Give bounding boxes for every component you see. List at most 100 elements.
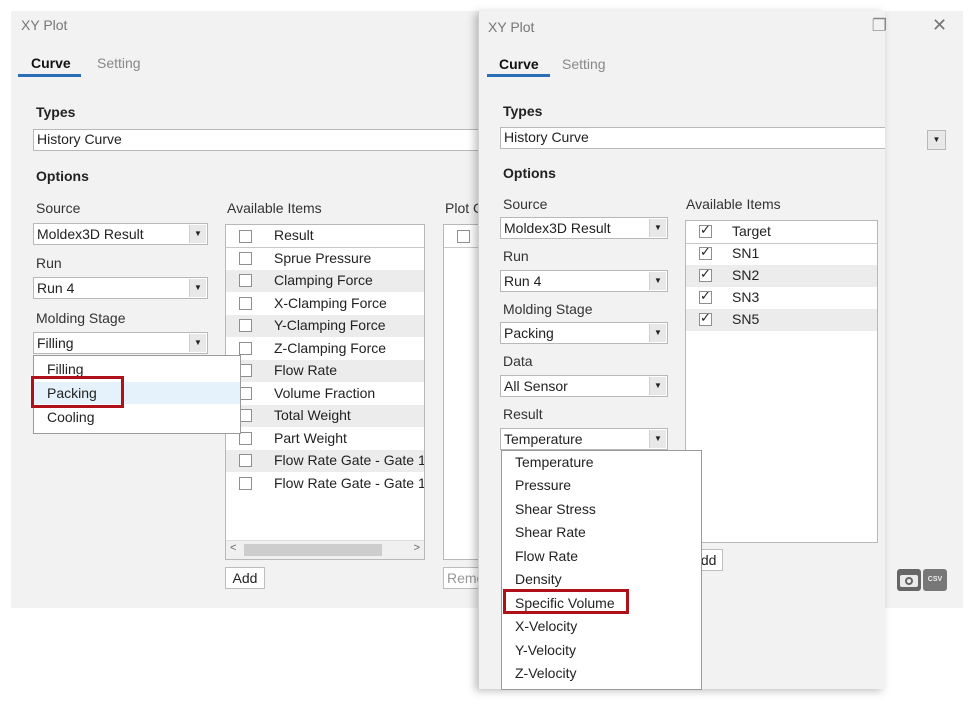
horizontal-scrollbar[interactable]: < > xyxy=(226,540,424,559)
types-select[interactable]: History Curve xyxy=(33,129,503,151)
scroll-right-icon[interactable]: > xyxy=(414,542,420,554)
restore-icon[interactable]: ❐ xyxy=(872,16,887,36)
dropdown-arrow-icon[interactable]: ▼ xyxy=(649,430,666,448)
result-option[interactable]: Y-Velocity xyxy=(502,639,701,661)
types-heading: Types xyxy=(503,103,543,119)
data-select[interactable]: All Sensor ▼ xyxy=(500,375,668,397)
item-checkbox[interactable] xyxy=(699,245,712,260)
run-select[interactable]: Run 4 ▼ xyxy=(33,277,208,299)
source-label: Source xyxy=(503,196,548,212)
result-option[interactable]: Temperature xyxy=(502,451,701,473)
csv-icon[interactable]: CSV xyxy=(923,569,947,591)
select-all-checkbox[interactable] xyxy=(239,230,252,243)
item-checkbox[interactable] xyxy=(699,289,712,304)
source-select[interactable]: Moldex3D Result ▼ xyxy=(500,217,668,239)
list-item[interactable]: Part Weight xyxy=(226,428,424,450)
dropdown-arrow-icon[interactable]: ▼ xyxy=(649,377,666,395)
add-button[interactable]: Add xyxy=(225,567,265,589)
types-select[interactable]: History Curve xyxy=(500,127,885,149)
list-item[interactable]: Flow Rate xyxy=(226,360,424,382)
list-item[interactable]: Volume Fraction xyxy=(226,383,424,405)
item-checkbox[interactable] xyxy=(239,454,252,467)
dropdown-arrow-icon[interactable]: ▼ xyxy=(189,225,206,243)
window-title: XY Plot xyxy=(488,19,535,35)
item-label: SN2 xyxy=(732,267,760,283)
tab-curve[interactable]: Curve xyxy=(499,56,539,72)
list-header-label: Result xyxy=(274,227,314,243)
dropdown-arrow-icon[interactable]: ▼ xyxy=(649,324,666,342)
item-checkbox[interactable] xyxy=(239,274,252,287)
result-label: Result xyxy=(503,406,543,422)
item-label: Flow Rate xyxy=(274,362,338,378)
item-checkbox[interactable] xyxy=(239,342,252,355)
result-dropdown: Temperature Pressure Shear Stress Shear … xyxy=(501,450,702,690)
molding-stage-label: Molding Stage xyxy=(36,310,126,326)
tab-setting[interactable]: Setting xyxy=(97,55,141,71)
tab-curve[interactable]: Curve xyxy=(31,55,71,71)
molding-stage-select[interactable]: Packing ▼ xyxy=(500,322,668,344)
result-value: Temperature xyxy=(504,431,583,447)
item-checkbox[interactable] xyxy=(699,267,712,282)
list-item[interactable]: Total Weight xyxy=(226,405,424,427)
select-all-checkbox[interactable] xyxy=(457,230,470,243)
available-items-list[interactable]: Result Sprue Pressure Clamping Force X-C… xyxy=(225,224,425,560)
select-all-checkbox[interactable] xyxy=(699,223,712,238)
dropdown-arrow-icon[interactable]: ▼ xyxy=(649,219,666,237)
list-item[interactable]: Clamping Force xyxy=(226,270,424,292)
camera-icon[interactable] xyxy=(897,569,921,591)
list-item[interactable]: Flow Rate Gate - Gate 1 xyxy=(226,473,424,495)
item-label: Total Weight xyxy=(274,407,351,423)
molding-stage-value: Packing xyxy=(504,325,554,341)
scroll-left-icon[interactable]: < xyxy=(230,542,236,554)
result-option[interactable]: Pressure xyxy=(502,474,701,496)
item-checkbox[interactable] xyxy=(239,252,252,265)
item-label: SN1 xyxy=(732,245,760,261)
run-select[interactable]: Run 4 ▼ xyxy=(500,270,668,292)
close-icon[interactable]: ✕ xyxy=(932,15,947,36)
item-checkbox[interactable] xyxy=(699,311,712,326)
list-item[interactable]: SN5 xyxy=(686,309,877,331)
window-title: XY Plot xyxy=(21,17,68,33)
molding-stage-label: Molding Stage xyxy=(503,301,593,317)
list-item[interactable]: Flow Rate Gate - Gate 1 xyxy=(226,450,424,472)
scroll-thumb[interactable] xyxy=(244,544,382,556)
item-label: X-Clamping Force xyxy=(274,295,387,311)
dropdown-arrow-icon[interactable]: ▼ xyxy=(649,272,666,290)
result-option[interactable]: Density xyxy=(502,568,701,590)
tab-setting[interactable]: Setting xyxy=(562,56,606,72)
molding-stage-select[interactable]: Filling ▼ xyxy=(33,332,208,354)
list-item[interactable]: SN3 xyxy=(686,287,877,309)
item-label: SN5 xyxy=(732,311,760,327)
result-option[interactable]: Z-Velocity xyxy=(502,662,701,684)
item-checkbox[interactable] xyxy=(239,319,252,332)
source-select[interactable]: Moldex3D Result ▼ xyxy=(33,223,208,245)
molding-stage-value: Filling xyxy=(37,335,74,351)
xy-plot-window-front: XY Plot ❐ Curve Setting Types History Cu… xyxy=(478,11,887,690)
dropdown-arrow-icon[interactable]: ▼ xyxy=(189,279,206,297)
types-heading: Types xyxy=(36,104,76,120)
stage-option-cooling[interactable]: Cooling xyxy=(34,406,240,428)
highlight-box-packing xyxy=(31,376,124,408)
item-checkbox[interactable] xyxy=(239,297,252,310)
list-item[interactable]: SN1 xyxy=(686,243,877,265)
data-value: All Sensor xyxy=(504,378,568,394)
available-items-list[interactable]: Target SN1 SN2 SN3 SN5 xyxy=(685,220,878,543)
available-items-label: Available Items xyxy=(227,200,322,216)
list-item[interactable]: Sprue Pressure xyxy=(226,248,424,270)
result-option[interactable]: X-Velocity xyxy=(502,615,701,637)
result-option[interactable]: Shear Rate xyxy=(502,521,701,543)
result-select[interactable]: Temperature ▼ xyxy=(500,428,668,450)
dropdown-arrow-icon[interactable]: ▼ xyxy=(189,334,206,352)
run-label: Run xyxy=(503,248,529,264)
result-option[interactable]: Flow Rate xyxy=(502,545,701,567)
item-label: Sprue Pressure xyxy=(274,250,372,266)
item-checkbox[interactable] xyxy=(239,477,252,490)
dropdown-arrow-icon[interactable]: ▼ xyxy=(927,130,946,150)
source-value: Moldex3D Result xyxy=(504,220,611,236)
list-item[interactable]: SN2 xyxy=(686,265,877,287)
list-item[interactable]: Z-Clamping Force xyxy=(226,338,424,360)
item-label: Volume Fraction xyxy=(274,385,376,401)
result-option[interactable]: Shear Stress xyxy=(502,498,701,520)
list-item[interactable]: X-Clamping Force xyxy=(226,293,424,315)
list-item[interactable]: Y-Clamping Force xyxy=(226,315,424,337)
